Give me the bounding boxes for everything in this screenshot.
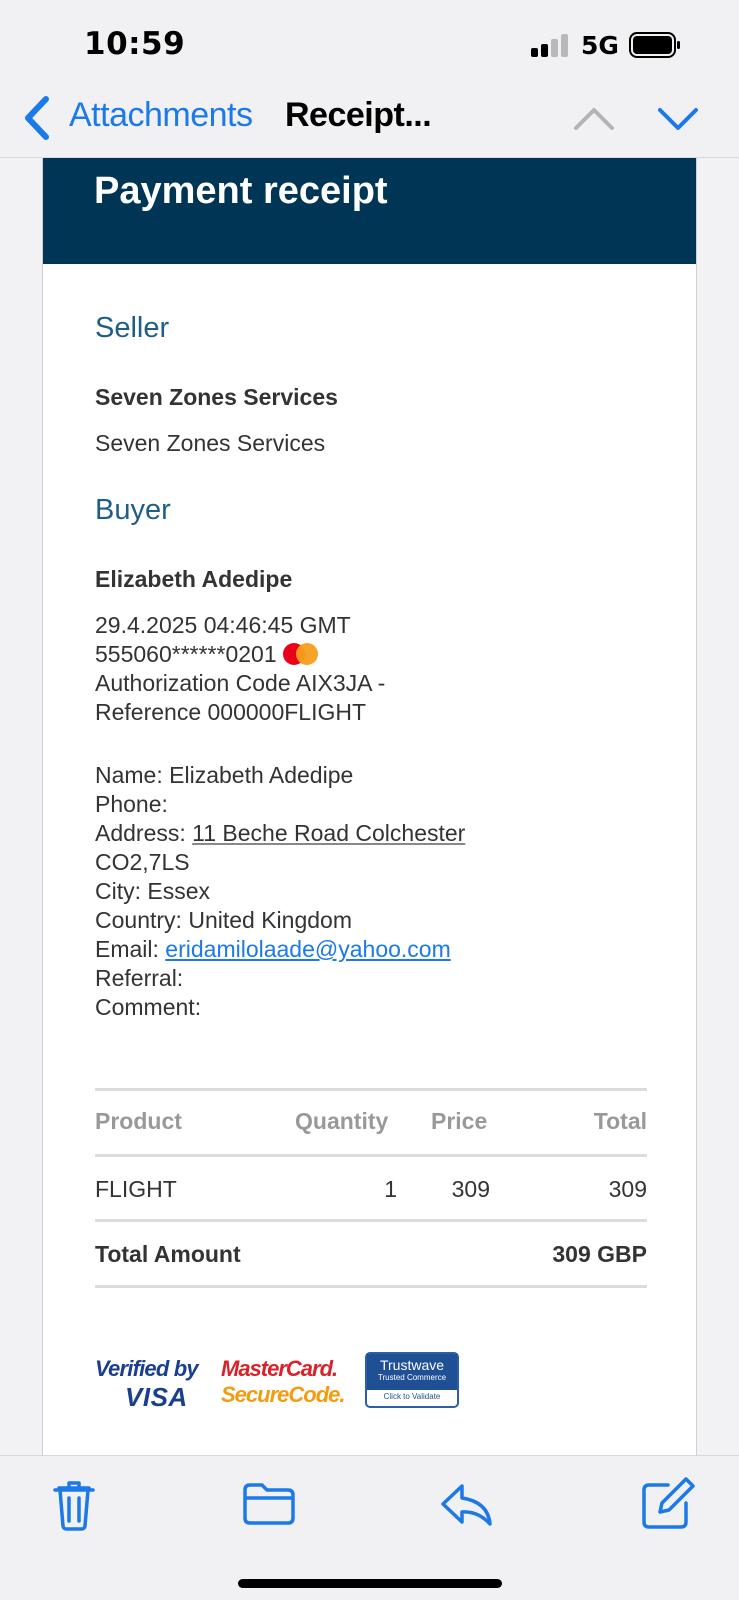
card-number-line: 555060******0201: [95, 641, 319, 668]
name-row: Name: Elizabeth Adedipe: [95, 762, 353, 789]
seller-name: Seven Zones Services: [95, 384, 338, 410]
referral-label: Referral:: [95, 965, 184, 991]
reply-icon[interactable]: [438, 1476, 496, 1532]
verified-by-visa-logo: Verified by VISA: [95, 1356, 199, 1412]
phone-label: Phone:: [95, 791, 168, 817]
chevron-up-icon[interactable]: [572, 100, 616, 136]
total-amount-label: Total Amount: [95, 1241, 241, 1267]
receipt-header: Payment receipt: [43, 158, 696, 264]
email-label: Email:: [95, 936, 159, 962]
status-time: 10:59: [84, 26, 186, 62]
table-divider: [95, 1219, 647, 1222]
row-product: FLIGHT: [95, 1176, 177, 1202]
trustwave-logo[interactable]: Trustwave Trusted Commerce Click to Vali…: [365, 1352, 459, 1408]
chevron-down-icon[interactable]: [656, 100, 700, 136]
name-label: Name:: [95, 762, 163, 788]
header-quantity: Quantity: [295, 1108, 389, 1134]
receipt-document[interactable]: Payment receipt Seller Seven Zones Servi…: [42, 158, 697, 1455]
email-row: Email: eridamilolaade@yahoo.com: [95, 936, 451, 963]
back-chevron-icon[interactable]: [20, 94, 54, 142]
country-row: Country: United Kingdom: [95, 907, 352, 934]
navigation-bar: Attachments Receipt...: [0, 82, 739, 158]
email-link[interactable]: eridamilolaade@yahoo.com: [165, 936, 450, 962]
buyer-heading: Buyer: [95, 494, 171, 526]
signal-strength-icon: [531, 33, 571, 57]
header-product: Product: [95, 1108, 182, 1134]
bottom-toolbar: [0, 1455, 739, 1600]
row-price: 309: [451, 1176, 490, 1202]
transaction-datetime: 29.4.2025 04:46:45 GMT: [95, 612, 351, 638]
back-button[interactable]: Attachments: [69, 96, 253, 135]
authorization-line: Authorization Code AIX3JA -: [95, 670, 386, 696]
status-bar: 10:59 5G: [0, 0, 739, 82]
mastercard-icon: [282, 643, 319, 665]
city-label: City:: [95, 878, 141, 904]
home-indicator[interactable]: [238, 1579, 502, 1588]
total-amount-value: 309 GBP: [552, 1241, 647, 1267]
compose-icon[interactable]: [638, 1476, 696, 1532]
city-value: Essex: [147, 878, 211, 904]
screen: 10:59 5G Attachments Receipt... Payment …: [0, 0, 739, 1600]
battery-icon: [629, 32, 680, 58]
header-price: Price: [431, 1108, 488, 1134]
card-number: 555060******0201: [95, 641, 277, 667]
name-value: Elizabeth Adedipe: [169, 762, 354, 788]
table-divider: [95, 1285, 647, 1288]
address-row: Address: 11 Beche Road Colchester: [95, 820, 465, 847]
network-type: 5G: [581, 31, 619, 60]
row-quantity: 1: [384, 1176, 397, 1202]
receipt-title: Payment receipt: [94, 170, 388, 212]
seller-line: Seven Zones Services: [95, 430, 326, 456]
country-value: United Kingdom: [188, 907, 352, 933]
header-total: Total: [593, 1108, 647, 1134]
address-label: Address:: [95, 820, 186, 846]
mastercard-securecode-logo: MasterCard. SecureCode.: [221, 1356, 346, 1407]
table-divider: [95, 1088, 647, 1091]
comment-label: Comment:: [95, 994, 202, 1020]
table-divider: [95, 1154, 647, 1157]
address-continuation: CO2,7LS: [95, 849, 190, 875]
city-row: City: Essex: [95, 878, 210, 905]
address-value[interactable]: 11 Beche Road Colchester: [192, 820, 465, 846]
country-label: Country:: [95, 907, 182, 933]
row-total: 309: [608, 1176, 647, 1202]
trash-icon[interactable]: [45, 1476, 103, 1532]
nav-title: Receipt...: [285, 96, 432, 134]
seller-heading: Seller: [95, 312, 170, 344]
buyer-name: Elizabeth Adedipe: [95, 566, 293, 592]
folder-icon[interactable]: [240, 1476, 298, 1532]
reference-line: Reference 000000FLIGHT: [95, 699, 367, 725]
